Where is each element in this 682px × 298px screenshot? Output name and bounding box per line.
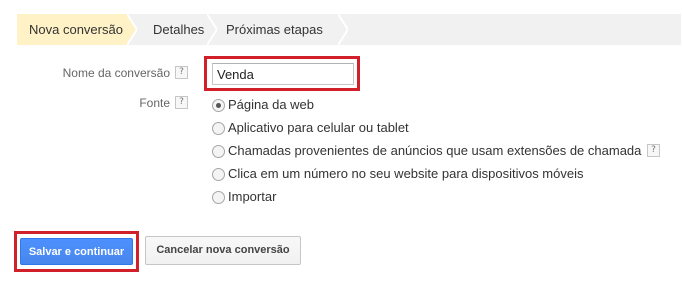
- help-icon[interactable]: ?: [647, 144, 660, 157]
- conversion-name-label: Nome da conversão: [62, 66, 170, 80]
- step-separator-arrow: [127, 14, 137, 45]
- source-option-label: Importar: [228, 189, 277, 204]
- step-separator-arrow: [338, 14, 348, 45]
- radio-button[interactable]: [212, 145, 225, 158]
- step-label: Nova conversão: [29, 22, 123, 37]
- source-option-label: Clica em um número no seu website para d…: [228, 166, 584, 181]
- step-label: Próximas etapas: [226, 22, 323, 37]
- save-and-continue-button[interactable]: Salvar e continuar: [20, 238, 133, 265]
- help-icon[interactable]: ?: [175, 96, 188, 109]
- radio-button[interactable]: [212, 122, 225, 135]
- step-nova-conversao[interactable]: Nova conversão: [17, 14, 127, 45]
- cancel-conversion-button[interactable]: Cancelar nova conversão: [145, 236, 301, 265]
- conversion-name-input[interactable]: [212, 63, 354, 85]
- source-option-label: Página da web: [228, 97, 315, 112]
- source-label: Fonte: [139, 96, 170, 110]
- source-option-label: Aplicativo para celular ou tablet: [228, 120, 409, 135]
- step-label: Detalhes: [153, 22, 205, 37]
- step-proximas-etapas[interactable]: Próximas etapas: [214, 14, 332, 45]
- conversion-name-highlight: [204, 56, 360, 91]
- source-option-label: Chamadas provenientes de anúncios que us…: [228, 143, 642, 158]
- step-detalhes[interactable]: Detalhes: [141, 14, 207, 45]
- radio-button[interactable]: [212, 191, 225, 204]
- help-icon[interactable]: ?: [175, 66, 188, 79]
- radio-button[interactable]: [212, 168, 225, 181]
- save-button-highlight: Salvar e continuar: [14, 231, 139, 272]
- radio-button-checked[interactable]: [212, 99, 225, 112]
- conversion-steps-breadcrumb: Nova conversão Detalhes Próximas etapas: [17, 14, 681, 45]
